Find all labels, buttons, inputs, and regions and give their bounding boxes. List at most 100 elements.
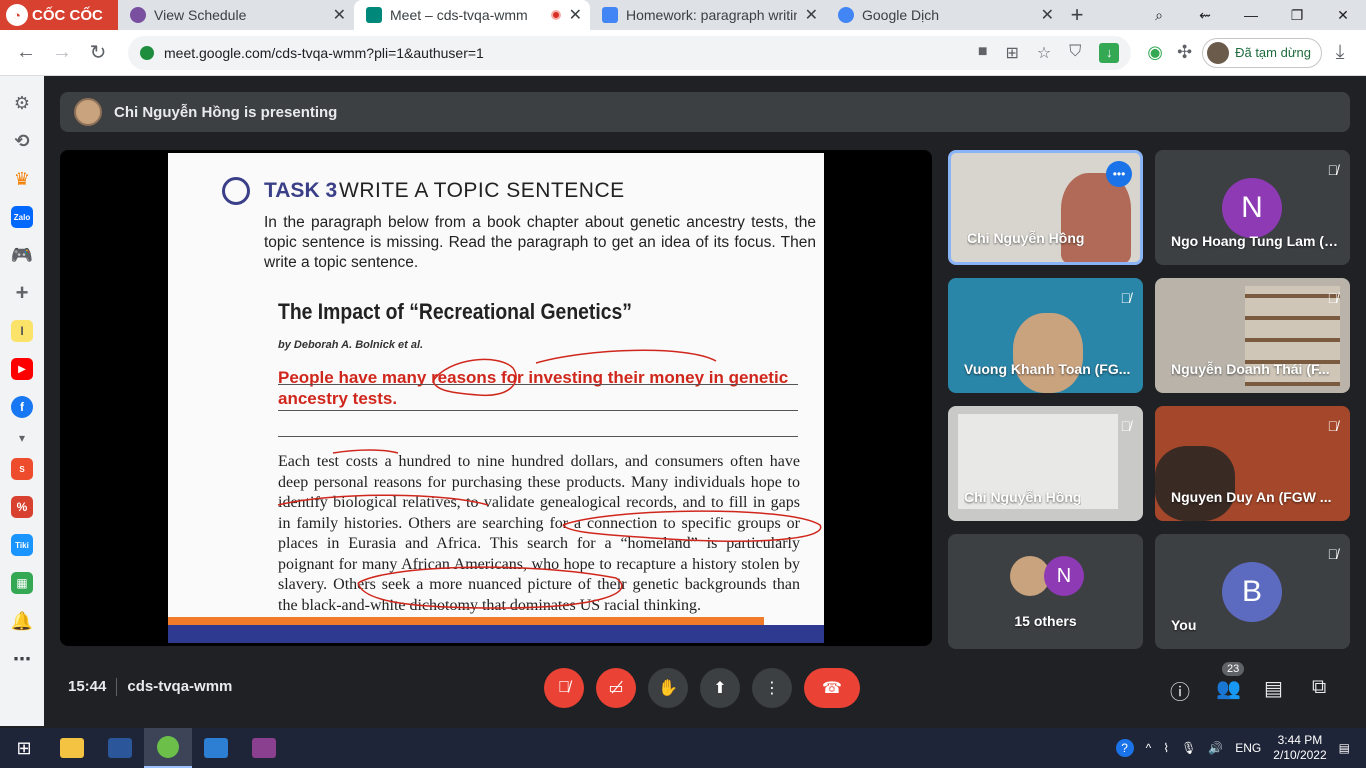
extension-logo-icon[interactable]: ◉ [1147,42,1163,63]
mic-muted-icon: 🎙̸ [1120,418,1132,434]
download-icon[interactable]: ↓ [1099,42,1120,63]
coccoc-menu-button[interactable]: ◔ CỐC CỐC [0,0,118,30]
clock[interactable]: 3:44 PM 2/10/2022 [1273,733,1326,763]
photos-button[interactable] [192,728,240,768]
chat-icon[interactable]: ▤ [1264,676,1283,701]
raise-hand-button[interactable]: ✋ [648,668,688,708]
leave-call-button[interactable]: ☎ [804,668,860,708]
word-button[interactable] [96,728,144,768]
windows-taskbar: ⊞ ? ^ ⌇ 🎙 🔊 ENG 3:44 PM 2/10/2022 ▤ [0,728,1366,768]
history-icon[interactable]: ⟲ [11,130,33,152]
mic-tray-icon[interactable]: 🎙 [1181,741,1196,755]
profile-button[interactable]: Đã tạm dừng [1202,37,1322,68]
facebook-icon[interactable]: f [11,396,33,418]
participant-avatar: N [1044,556,1084,596]
downloads-icon[interactable]: ⤓ [1322,35,1358,71]
people-icon[interactable]: 👥 [1216,676,1241,701]
participant-tile[interactable]: 🎙̸ Nguyễn Doanh Thái (F... [1155,278,1350,393]
tab-homework[interactable]: Homework: paragraph writin ✕ [590,0,826,30]
bookmark-star-icon[interactable]: ☆ [1037,43,1051,63]
browser-toolbar: ← → ↻ meet.google.com/cds-tvqa-wmm?pli=1… [0,30,1366,76]
volume-icon[interactable]: 🔊 [1208,741,1223,755]
sheets-icon[interactable]: ▦ [11,572,33,594]
participant-tile[interactable]: N 🎙̸ Ngo Hoang Tung Lam (F... [1155,150,1350,265]
hang-up-icon: ☎ [822,680,842,697]
self-avatar: B [1222,562,1282,622]
people-count-badge: 23 [1222,662,1245,676]
chevron-down-icon[interactable]: ▾ [11,431,33,445]
new-tab-button[interactable]: + [1062,0,1092,30]
extensions-puzzle-icon[interactable]: ✣ [1177,42,1192,63]
notification-bell-icon[interactable]: 🔔 [11,610,33,632]
search-tabs-icon[interactable]: ⌕ [1136,0,1182,30]
url-text[interactable]: meet.google.com/cds-tvqa-wmm?pli=1&authu… [164,45,968,61]
reload-button[interactable]: ↻ [80,35,116,71]
close-tab-icon[interactable]: ✕ [333,5,346,25]
more-options-button[interactable]: ⋮ [752,668,792,708]
tab-meet[interactable]: Meet – cds-tvqa-wmm ✕ [354,0,590,30]
file-explorer-button[interactable] [48,728,96,768]
tab-title: Google Dịch [862,7,940,23]
camera-icon[interactable]: ■ [978,43,988,63]
classroom-favicon-icon [602,7,618,23]
shield-icon[interactable]: ⛉ [1069,43,1081,63]
game-controller-icon[interactable]: 🎮 [11,244,33,266]
tab-google-translate[interactable]: Google Dịch ✕ [826,0,1062,30]
coccoc-button[interactable] [144,728,192,768]
more-options-icon[interactable]: ⋯ [11,648,33,670]
close-tab-icon[interactable]: ✕ [569,5,582,25]
windows-start-icon[interactable]: ⊞ [0,738,48,759]
participant-tile[interactable]: ••• Chi Nguyễn Hồng [948,150,1143,265]
activities-icon[interactable]: ⧉ [1312,676,1326,699]
close-window-button[interactable]: ✕ [1320,0,1366,30]
photos-icon [204,738,228,758]
mic-toggle-button[interactable]: 🎙̸ [544,668,584,708]
chevron-up-icon[interactable]: ^ [1146,741,1152,755]
participant-name: You [1171,617,1197,633]
winrar-button[interactable] [240,728,288,768]
participant-name: Ngo Hoang Tung Lam (F... [1171,233,1341,249]
system-tray: ? ^ ⌇ 🎙 🔊 ENG 3:44 PM 2/10/2022 ▤ [1115,733,1366,763]
meeting-time: 15:44 [68,678,107,695]
participant-tile[interactable]: 🎙̸ Nguyen Duy An (FGW ... [1155,406,1350,521]
meeting-info: 15:44 cds-tvqa-wmm [68,678,232,697]
shopee-icon[interactable]: S [11,458,33,480]
annotation-ink [277,349,822,609]
coupon-icon[interactable]: % [11,496,33,518]
others-tile[interactable]: N 15 others [948,534,1143,649]
google-favicon-icon [838,7,854,23]
back-arrow-icon[interactable]: ⇜ [1182,0,1228,30]
self-tile[interactable]: B 🎙̸ You [1155,534,1350,649]
help-icon[interactable]: ? [1115,739,1134,757]
mic-muted-icon: 🎙̸ [1327,162,1339,178]
present-screen-button[interactable]: ⬆ [700,668,740,708]
youtube-icon[interactable]: ▶ [11,358,33,380]
notes-icon[interactable]: I [11,320,33,342]
crown-icon[interactable]: ♛ [11,168,33,190]
presentation-screen[interactable]: TASK 3 WRITE A TOPIC SENTENCE In the par… [60,150,932,646]
translate-icon[interactable]: ⊞ [1006,43,1019,63]
profile-status: Đã tạm dừng [1235,45,1311,60]
address-bar[interactable]: meet.google.com/cds-tvqa-wmm?pli=1&authu… [128,35,1132,70]
participant-tile[interactable]: 🎙̸ Vuong Khanh Toan (FG... [948,278,1143,393]
settings-gear-icon[interactable]: ⚙ [11,92,33,114]
minimize-button[interactable]: — [1228,0,1274,30]
meeting-details-icon[interactable]: ⓘ [1170,676,1190,705]
participant-name: Nguyen Duy An (FGW ... [1171,489,1332,505]
restore-button[interactable]: ❐ [1274,0,1320,30]
add-sidebar-item-icon[interactable]: + [11,280,33,305]
tab-view-schedule[interactable]: View Schedule ✕ [118,0,354,30]
participant-tile[interactable]: 🎙̸ Chi Nguyễn Hồng [948,406,1143,521]
close-tab-icon[interactable]: ✕ [1041,5,1054,25]
profile-avatar [1207,41,1230,64]
close-tab-icon[interactable]: ✕ [805,5,818,25]
zalo-icon[interactable]: Zalo [11,206,33,228]
camera-off-icon: ▭̸ [608,680,624,697]
tiki-icon[interactable]: Tiki [11,534,33,556]
language-indicator[interactable]: ENG [1235,741,1261,755]
forward-button[interactable]: → [44,35,80,71]
camera-toggle-button[interactable]: ▭̸ [596,668,636,708]
notifications-icon[interactable]: ▤ [1339,741,1350,755]
network-icon[interactable]: ⌇ [1163,741,1169,755]
back-button[interactable]: ← [8,35,44,71]
